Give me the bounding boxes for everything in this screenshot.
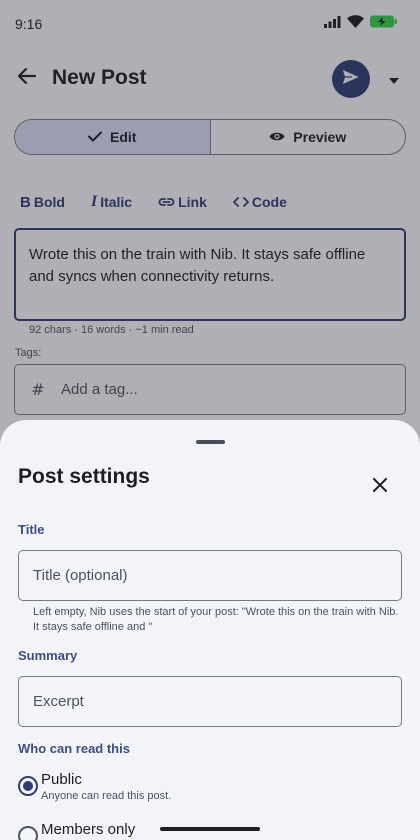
radio-selected-dot [23, 781, 33, 791]
home-indicator [160, 827, 260, 831]
title-field[interactable] [18, 550, 402, 601]
post-settings-sheet: Post settings Title Left empty, Nib uses… [0, 420, 420, 840]
visibility-section-label: Who can read this [18, 741, 130, 756]
summary-section-label: Summary [18, 648, 78, 663]
visibility-option-subtitle: Anyone can read this post. [41, 790, 172, 802]
visibility-option-members-text: Members only [41, 821, 135, 838]
visibility-option-members[interactable]: Members only [18, 821, 135, 840]
close-icon [373, 477, 387, 497]
radio-public[interactable] [18, 776, 38, 796]
close-button[interactable] [366, 473, 394, 501]
summary-field[interactable] [18, 676, 402, 727]
title-helper-text: Left empty, Nib uses the start of your p… [33, 606, 399, 633]
visibility-option-title: Members only [41, 821, 136, 838]
title-input[interactable] [33, 567, 383, 584]
visibility-option-public[interactable]: Public Anyone can read this post. [18, 771, 171, 802]
summary-input[interactable] [33, 693, 383, 710]
visibility-option-title: Public [41, 771, 82, 788]
visibility-option-public-text: Public Anyone can read this post. [41, 771, 171, 802]
radio-members[interactable] [18, 826, 38, 840]
sheet-drag-handle[interactable] [196, 440, 225, 444]
sheet-title: Post settings [18, 465, 150, 488]
title-section-label: Title [18, 522, 45, 537]
